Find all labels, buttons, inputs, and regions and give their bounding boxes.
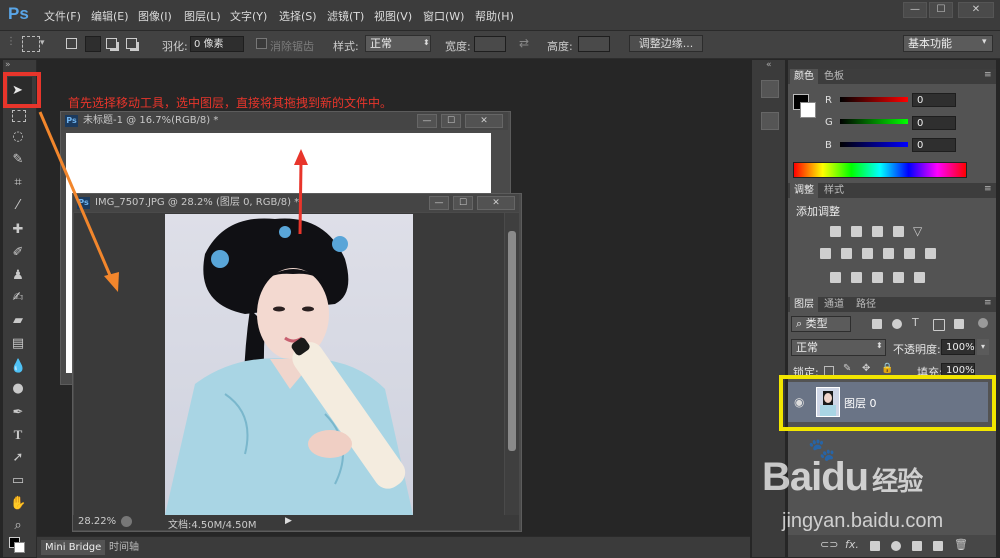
new-adjustment-icon[interactable] (891, 541, 901, 551)
dock-header (788, 60, 996, 69)
invert-adjust-icon[interactable] (830, 272, 841, 283)
pixel-filter-icon[interactable] (872, 319, 882, 329)
paw-logo-icon: 🐾 (808, 438, 836, 463)
adjust-panel-tabs: 调整 样式 ≡ (788, 183, 996, 198)
layers-footer: ⊂⊃ fx. 🗑 (788, 535, 996, 557)
channel-g-input[interactable]: 0 (912, 116, 956, 130)
lock-position-icon[interactable]: ✥ (862, 363, 870, 374)
channel-r-label: R (825, 95, 832, 106)
layer-filter-value: 类型 (805, 317, 828, 330)
channel-r-input[interactable]: 0 (912, 93, 956, 107)
tab-styles[interactable]: 样式 (820, 183, 848, 198)
selective-color-icon[interactable] (893, 272, 904, 283)
watermark-site: jingyan.baidu.com (782, 510, 944, 532)
background-color-swatch[interactable] (800, 102, 816, 118)
add-adjustment-title: 添加调整 (796, 205, 840, 218)
brightness-adjust-icon[interactable] (830, 226, 841, 237)
photo-filter-icon[interactable] (883, 248, 894, 259)
panel-menu-icon[interactable]: ≡ (984, 298, 992, 308)
red-arrowhead (294, 149, 308, 165)
threshold-adjust-icon[interactable] (872, 272, 883, 283)
properties-panel-icon[interactable] (761, 112, 779, 130)
fx-icon[interactable]: fx. (845, 538, 859, 551)
tab-paths[interactable]: 路径 (852, 297, 880, 312)
lock-all-icon[interactable]: 🔒 (881, 363, 893, 374)
bw-adjust-icon[interactable] (862, 248, 873, 259)
color-lookup-icon[interactable] (925, 248, 936, 259)
layer-highlight (779, 375, 996, 431)
tab-mini-bridge[interactable]: Mini Bridge (41, 540, 106, 555)
history-panel-icon[interactable] (761, 80, 779, 98)
tab-adjustments[interactable]: 调整 (790, 183, 818, 198)
gradient-triangle-icon[interactable]: ▽ (913, 224, 922, 238)
color-spectrum-bar[interactable] (793, 162, 967, 178)
opacity-input[interactable]: 100% (941, 339, 975, 355)
new-layer-icon[interactable] (933, 541, 943, 551)
opacity-label: 不透明度: (893, 343, 941, 356)
channel-r-slider[interactable] (840, 97, 908, 102)
layers-panel-tabs: 图层 通道 路径 ≡ (788, 297, 996, 312)
panel-menu-icon[interactable]: ≡ (984, 70, 992, 80)
chevron-down-icon[interactable]: ▾ (977, 339, 989, 355)
expand-icon[interactable]: « (766, 60, 772, 70)
curves-adjust-icon[interactable] (872, 226, 883, 237)
channel-b-slider[interactable] (840, 142, 908, 147)
type-filter-icon[interactable]: T (912, 316, 919, 329)
channel-g-slider[interactable] (840, 119, 908, 124)
filter-toggle-icon[interactable] (978, 318, 988, 328)
balance-adjust-icon[interactable] (841, 248, 852, 259)
tab-layers[interactable]: 图层 (790, 297, 818, 312)
levels-adjust-icon[interactable] (851, 226, 862, 237)
bottom-panel-bar: Mini Bridge 时间轴 (37, 536, 750, 558)
vibrance-adjust-icon[interactable] (820, 248, 831, 259)
layer-filter-select[interactable]: ⌕ 类型 (791, 316, 851, 332)
lock-pixels-icon[interactable]: ✎ (843, 363, 851, 374)
posterize-adjust-icon[interactable] (851, 272, 862, 283)
mask-icon[interactable] (870, 541, 880, 551)
panel-menu-icon[interactable]: ≡ (984, 184, 992, 194)
blend-mode-select[interactable]: 正常 (791, 339, 886, 356)
color-panel-tabs: 颜色 色板 ≡ (788, 69, 996, 84)
tab-channels[interactable]: 通道 (820, 297, 848, 312)
new-group-icon[interactable] (912, 541, 922, 551)
watermark-cn: 经验 (872, 466, 923, 496)
tab-swatches[interactable]: 色板 (820, 69, 848, 84)
spinner-icon: ⬍ (876, 341, 883, 350)
channel-b-input[interactable]: 0 (912, 138, 956, 152)
tab-timeline[interactable]: 时间轴 (105, 540, 143, 555)
channel-mixer-icon[interactable] (904, 248, 915, 259)
orange-arrow (38, 111, 114, 281)
red-arrow (298, 161, 303, 235)
exposure-adjust-icon[interactable] (893, 226, 904, 237)
orange-arrowhead (104, 272, 119, 292)
baidu-watermark: Baidu 经验 (762, 455, 923, 500)
smart-filter-icon[interactable] (954, 319, 964, 329)
trash-icon[interactable]: 🗑 (954, 538, 968, 551)
link-layers-icon[interactable]: ⊂⊃ (820, 538, 838, 551)
channel-g-label: G (825, 117, 833, 128)
tab-color[interactable]: 颜色 (790, 69, 818, 84)
gradient-map-icon[interactable] (914, 272, 925, 283)
channel-b-label: B (825, 140, 832, 151)
search-icon: ⌕ (796, 317, 806, 330)
adjustment-filter-icon[interactable] (892, 319, 902, 329)
shape-filter-icon[interactable] (933, 319, 945, 331)
